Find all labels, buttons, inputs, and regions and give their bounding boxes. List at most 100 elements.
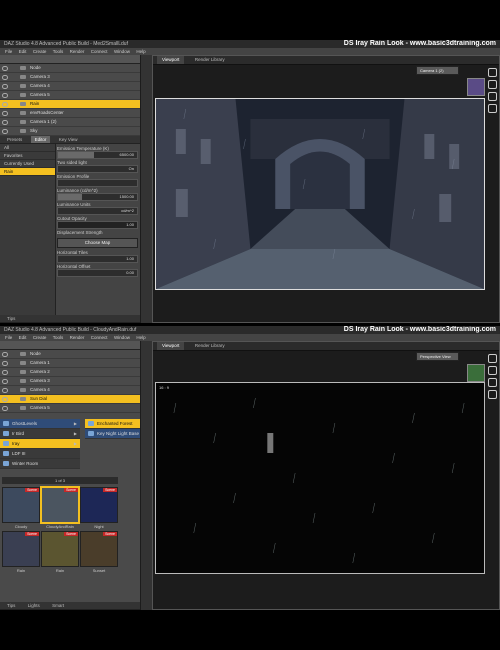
zoom-icon[interactable]	[488, 92, 497, 101]
scene-row[interactable]: Camera 3	[0, 73, 140, 82]
thumbnail-cloudy[interactable]: Scene Cloudy	[2, 487, 40, 529]
menu-connect[interactable]: Connect	[91, 48, 108, 55]
submenu-item-enchanted-forest[interactable]: Enchanted Forest	[85, 419, 140, 429]
menu-help[interactable]: Help	[136, 334, 145, 341]
eye-icon[interactable]	[2, 406, 8, 411]
scene-row[interactable]: Sky	[0, 127, 140, 136]
menu-render[interactable]: Render	[70, 48, 85, 55]
menu-create[interactable]: Create	[33, 48, 47, 55]
eye-icon[interactable]	[2, 379, 8, 384]
tab-tips[interactable]: Tips	[3, 315, 19, 322]
property-horizontal-tiles[interactable]: Horizontal Tiles 1.00	[57, 250, 138, 263]
orbit-icon[interactable]	[488, 354, 497, 363]
eye-icon[interactable]	[2, 66, 8, 71]
orbit-icon[interactable]	[488, 68, 497, 77]
menu-item-ghostlevels[interactable]: GhostLevels ▶	[0, 419, 80, 429]
render-frame[interactable]	[155, 98, 485, 290]
thumbnail-night[interactable]: Scene Night	[80, 487, 118, 529]
scene-row[interactable]: envRoadsCenter	[0, 109, 140, 118]
thumbnail-rain[interactable]: Scene Rain	[2, 531, 40, 573]
menu-tools[interactable]: Tools	[53, 48, 64, 55]
tab-editor[interactable]: Editor	[30, 136, 51, 143]
eye-icon[interactable]	[2, 120, 8, 125]
camera-dropdown[interactable]: Perspective View	[416, 352, 459, 361]
tab-lights[interactable]: Lights	[24, 602, 44, 609]
choose-map-button[interactable]: Choose Map	[57, 238, 138, 248]
tab-viewport[interactable]: Viewport	[157, 56, 185, 64]
menu-render[interactable]: Render	[70, 334, 85, 341]
eye-icon[interactable]	[2, 397, 8, 402]
scene-row[interactable]: Camera 2	[0, 368, 140, 377]
property-displacement-strength[interactable]: Displacement Strength	[57, 230, 138, 236]
category-currently-used[interactable]: Currently Used	[0, 160, 55, 168]
menu-item-iray[interactable]: Iray ▶	[0, 439, 80, 449]
scene-row[interactable]: Camera 1 (2)	[0, 118, 140, 127]
scene-row[interactable]: Camera 1	[0, 359, 140, 368]
eye-icon[interactable]	[2, 352, 8, 357]
eye-icon[interactable]	[2, 361, 8, 366]
thumbnail-cloudy-and-rain[interactable]: Scene CloudyAndRain	[41, 487, 79, 529]
scene-row[interactable]: Camera 3	[0, 377, 140, 386]
menu-tools[interactable]: Tools	[53, 334, 64, 341]
property-list: Emission Temperature (K) 6500.00 Two side…	[57, 144, 138, 323]
tab-key-view[interactable]: Key View	[55, 136, 82, 143]
menu-edit[interactable]: Edit	[19, 334, 27, 341]
property-cutout-opacity[interactable]: Cutout Opacity 1.00	[57, 216, 138, 229]
scene-row[interactable]: Camera 5	[0, 404, 140, 413]
menu-item-winter-room[interactable]: Winter Room	[0, 459, 80, 469]
menu-window[interactable]: Window	[114, 334, 130, 341]
category-favorites[interactable]: Favorites	[0, 152, 55, 160]
category-all[interactable]: All	[0, 144, 55, 152]
scene-row-selected[interactable]: Sun Dial	[0, 395, 140, 404]
menu-file[interactable]: File	[5, 48, 12, 55]
submenu-item-key-night-light-base[interactable]: Key Night Light Base	[85, 429, 140, 439]
eye-icon[interactable]	[2, 370, 8, 375]
scene-row[interactable]: Camera 4	[0, 386, 140, 395]
menu-window[interactable]: Window	[114, 48, 130, 55]
camera-dropdown[interactable]: Camera 1 (2)	[416, 66, 459, 75]
tab-presets[interactable]: Presets	[3, 136, 26, 143]
tab-tips[interactable]: Tips	[3, 602, 19, 609]
menu-edit[interactable]: Edit	[19, 48, 27, 55]
tab-render-library[interactable]: Render Library	[190, 56, 230, 64]
eye-icon[interactable]	[2, 84, 8, 89]
eye-icon[interactable]	[2, 75, 8, 80]
render-frame[interactable]: 16 : 9	[155, 382, 485, 574]
menu-help[interactable]: Help	[136, 48, 145, 55]
property-luminance-units[interactable]: Luminance Units cd/m^2	[57, 202, 138, 215]
thumbnail-rain-2[interactable]: Scene Rain	[41, 531, 79, 573]
pan-icon[interactable]	[488, 80, 497, 89]
menu-connect[interactable]: Connect	[91, 334, 108, 341]
eye-icon[interactable]	[2, 111, 8, 116]
property-emission-profile[interactable]: Emission Profile	[57, 174, 138, 187]
thumbnail-sunset[interactable]: Scene Sunset	[80, 531, 118, 573]
menu-create[interactable]: Create	[33, 334, 47, 341]
tab-render-library[interactable]: Render Library	[190, 342, 230, 350]
eye-icon[interactable]	[2, 102, 8, 107]
menu-item-ir-bird[interactable]: Ir Bird ▶	[0, 429, 80, 439]
tab-viewport[interactable]: Viewport	[157, 342, 185, 350]
scene-row[interactable]: Camera 5	[0, 91, 140, 100]
property-horizontal-offset[interactable]: Horizontal Offset 0.00	[57, 264, 138, 277]
scene-row[interactable]: Node	[0, 350, 140, 359]
scene-row[interactable]: Node	[0, 64, 140, 73]
tab-smart[interactable]: Smart	[48, 602, 68, 609]
eye-icon[interactable]	[2, 388, 8, 393]
menu-item-ldf-iii[interactable]: LDF III	[0, 449, 80, 459]
eye-icon[interactable]	[2, 93, 8, 98]
content-pager[interactable]: 1 of 3	[2, 477, 118, 484]
scene-row-selected[interactable]: Rain	[0, 100, 140, 109]
roll-icon[interactable]	[488, 390, 497, 399]
property-luminance[interactable]: Luminance (cd/m^2) 1500.00	[57, 188, 138, 201]
property-two-sided-light[interactable]: Two sided light On	[57, 160, 138, 173]
pan-icon[interactable]	[488, 366, 497, 375]
eye-icon[interactable]	[2, 129, 8, 134]
category-rain[interactable]: Rain	[0, 168, 55, 176]
property-emission-temperature[interactable]: Emission Temperature (K) 6500.00	[57, 146, 138, 159]
zoom-icon[interactable]	[488, 378, 497, 387]
scene-row[interactable]: Camera 4	[0, 82, 140, 91]
roll-icon[interactable]	[488, 104, 497, 113]
view-cube-icon[interactable]	[467, 78, 485, 96]
menu-file[interactable]: File	[5, 334, 12, 341]
view-cube-icon[interactable]	[467, 364, 485, 382]
